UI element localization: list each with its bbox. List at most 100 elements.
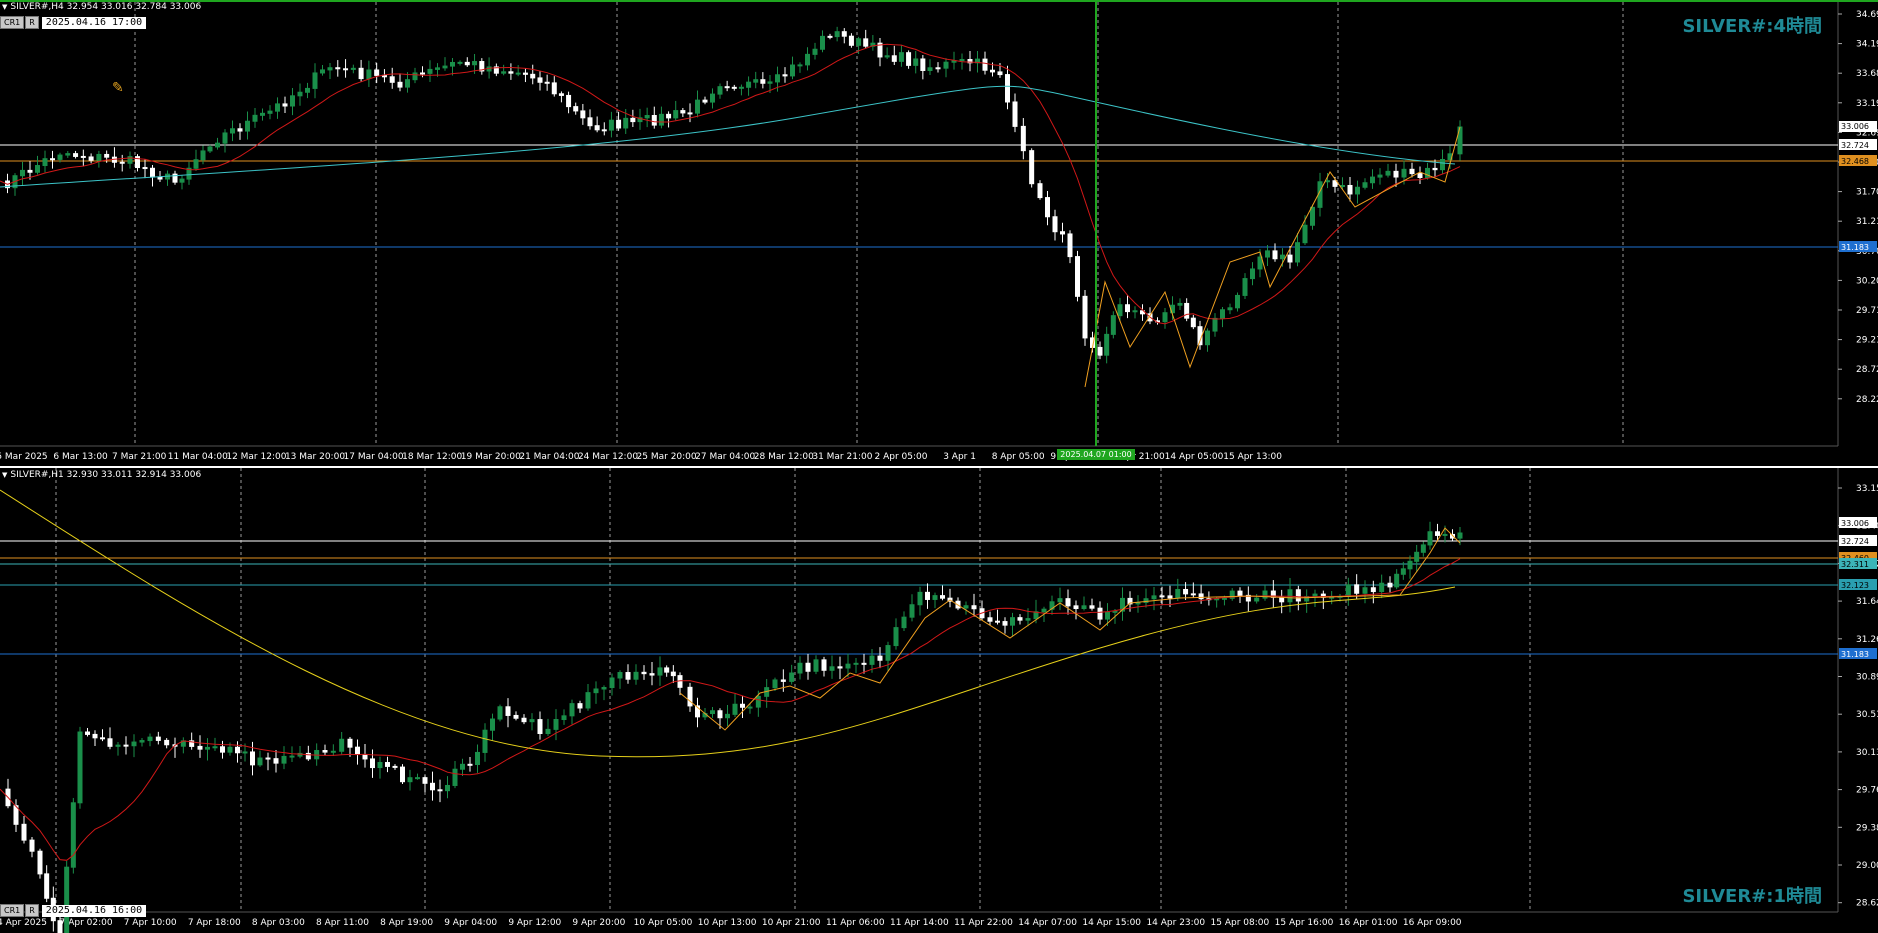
h4-datetime-box[interactable]: 2025.04.16 17:00 xyxy=(41,16,147,29)
candle-body xyxy=(657,667,663,676)
candle-body xyxy=(1265,250,1270,258)
candle-body xyxy=(943,61,949,69)
candle-body xyxy=(1310,206,1315,226)
candle-body xyxy=(42,158,48,167)
candle-body xyxy=(861,662,867,665)
candle-body xyxy=(617,672,623,679)
candle-body xyxy=(522,72,528,75)
price-tick-label: 30.890 xyxy=(1856,673,1878,683)
candle-body xyxy=(1427,531,1433,546)
candle-body xyxy=(1132,310,1138,313)
candle-body xyxy=(1162,312,1168,323)
candle-body xyxy=(1159,595,1165,598)
candle-body xyxy=(917,591,923,606)
collapse-triangle-icon[interactable]: ▼ xyxy=(2,471,7,479)
candle-body xyxy=(505,706,511,716)
candle-body xyxy=(673,110,679,119)
candle-body xyxy=(789,672,795,682)
h1-chart-canvas[interactable]: 33.15032.40032.02031.64031.26030.89030.5… xyxy=(0,468,1878,933)
candle-body xyxy=(841,31,847,37)
candle-body xyxy=(1435,531,1440,536)
collapse-triangle-icon[interactable]: ▼ xyxy=(2,3,7,11)
candle-body xyxy=(658,113,664,126)
candle-body xyxy=(442,65,448,69)
candle-body xyxy=(265,757,271,760)
candle-body xyxy=(569,703,575,717)
candle-body xyxy=(1075,256,1080,297)
price-level-tag-text: 32.468 xyxy=(1841,157,1869,166)
candle-body xyxy=(242,751,248,754)
candle-body xyxy=(1151,595,1157,600)
candle-body xyxy=(566,94,572,108)
candle-body xyxy=(374,69,380,76)
candle-body xyxy=(1125,304,1130,313)
h1-datetime-box[interactable]: 2025.04.16 16:00 xyxy=(41,904,147,917)
candle-body xyxy=(601,129,607,132)
candle-body xyxy=(909,604,915,618)
candle-body xyxy=(407,777,413,783)
time-tick-label: 18 Mar 12:00 xyxy=(402,452,462,462)
candle-body xyxy=(290,95,295,107)
candle-body xyxy=(1057,598,1063,603)
candle-body xyxy=(990,69,995,73)
candle-body xyxy=(1237,590,1243,596)
candle-body xyxy=(782,74,788,77)
candle-body xyxy=(641,671,647,675)
candle-body xyxy=(212,746,218,749)
time-tick-label: 3 Apr 1 xyxy=(943,452,976,462)
candle-body xyxy=(131,741,137,747)
candle-body xyxy=(753,79,759,83)
candle-body xyxy=(893,627,899,647)
h4-chart-canvas[interactable]: 34.69034.19533.68533.19032.69532.20031.7… xyxy=(0,2,1878,466)
candle-body xyxy=(1052,216,1058,233)
h4-chart-panel[interactable]: 34.69034.19533.68533.19032.69532.20031.7… xyxy=(0,0,1878,466)
candle-body xyxy=(1279,596,1285,603)
candle-body xyxy=(940,595,945,599)
candle-body xyxy=(515,72,521,75)
price-tick-label: 31.640 xyxy=(1856,597,1878,607)
candle-body xyxy=(1393,170,1399,178)
time-tick-label: 14 Apr 07:00 xyxy=(1018,918,1077,928)
candle-body xyxy=(845,663,851,669)
candle-body xyxy=(537,77,543,83)
candle-body xyxy=(377,762,383,769)
candle-body xyxy=(320,69,325,74)
candle-body xyxy=(982,58,988,71)
candle-body xyxy=(222,132,228,144)
candle-body xyxy=(35,165,40,173)
candle-body xyxy=(837,666,843,669)
candle-body xyxy=(1254,597,1260,602)
price-tick-label: 29.000 xyxy=(1856,861,1878,871)
candle-body xyxy=(1183,588,1189,595)
h1-chart-panel[interactable]: 33.15032.40032.02031.64031.26030.89030.5… xyxy=(0,468,1878,933)
candle-body xyxy=(630,117,636,123)
time-tick-label: 8 Apr 11:00 xyxy=(316,918,369,928)
time-tick-label: 2 Apr 05:00 xyxy=(875,452,928,462)
cr1-button[interactable]: CR1 xyxy=(0,904,25,917)
candle-body xyxy=(558,93,564,96)
time-tick-label: 28 Mar 12:00 xyxy=(754,452,814,462)
cr1-button[interactable]: CR1 xyxy=(0,16,25,29)
r-button[interactable]: R xyxy=(25,16,39,29)
wrench-icon[interactable]: ✎ xyxy=(112,80,124,96)
candle-body xyxy=(601,687,607,690)
candle-body xyxy=(200,150,206,161)
candle-body xyxy=(959,59,965,62)
time-tick-label: 10 Apr 05:00 xyxy=(634,918,693,928)
candle-body xyxy=(230,128,235,134)
candle-body xyxy=(561,715,567,721)
candle-body xyxy=(820,35,825,50)
time-tick-label: 7 Apr 10:00 xyxy=(124,918,177,928)
time-tick-label: 24 Mar 12:00 xyxy=(578,452,638,462)
candle-body xyxy=(1362,587,1368,594)
r-button[interactable]: R xyxy=(25,904,39,917)
candle-body xyxy=(717,86,723,95)
candle-body xyxy=(281,755,287,764)
candle-body xyxy=(680,110,686,114)
candle-body xyxy=(490,718,495,731)
price-tick-label: 30.205 xyxy=(1856,276,1878,286)
candle-body xyxy=(1302,224,1308,244)
candle-body xyxy=(1177,302,1183,306)
candle-body xyxy=(935,67,941,70)
candle-body xyxy=(1089,605,1095,609)
